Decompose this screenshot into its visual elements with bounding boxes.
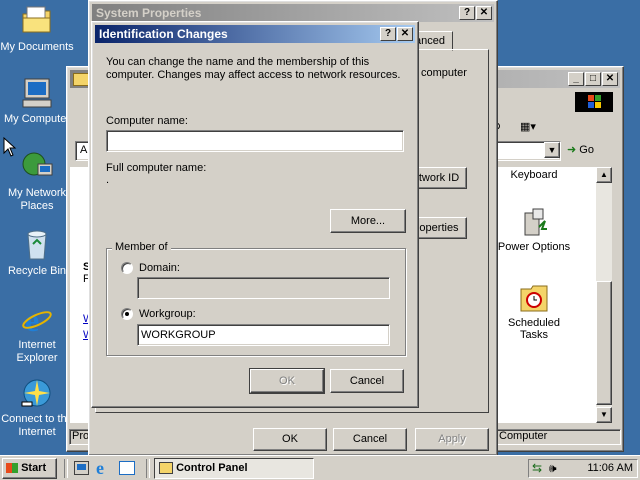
go-button[interactable]: ➜ Go: [567, 141, 611, 159]
taskbar-task-control-panel[interactable]: Control Panel: [154, 458, 314, 479]
system-tray: ⇆ 🕪 11:06 AM: [528, 459, 638, 478]
cancel-button[interactable]: Cancel: [333, 428, 407, 451]
status-bar-right: Computer: [495, 429, 621, 445]
desktop-icon-label: Connect to the Internet: [1, 413, 73, 438]
scroll-down-button[interactable]: ▼: [596, 407, 612, 423]
identification-changes-titlebar[interactable]: Identification Changes ? ✕: [95, 25, 415, 43]
connect-internet-icon: [20, 376, 54, 410]
scheduled-tasks-icon: [519, 283, 549, 315]
desktop-icon-recycle-bin[interactable]: Recycle Bin: [0, 228, 75, 278]
volume-icon[interactable]: 🕪: [549, 461, 557, 476]
desktop-icon-label: My Computer: [3, 113, 71, 125]
network-id-button[interactable]: twork ID: [411, 167, 467, 189]
dialog-title: Identification Changes: [99, 27, 228, 41]
item-label: Keyboard: [510, 169, 558, 181]
computer-text: computer: [421, 67, 467, 79]
desktop-icon-label: My Documents: [0, 41, 74, 53]
minimize-button[interactable]: _: [568, 72, 584, 86]
desktop-icon-my-documents[interactable]: My Documents: [0, 4, 75, 54]
internet-explorer-icon[interactable]: e: [96, 458, 104, 479]
go-arrow-icon: ➜: [567, 144, 577, 156]
control-panel-item-scheduled-tasks[interactable]: Scheduled Tasks: [494, 283, 574, 341]
scroll-thumb[interactable]: [596, 281, 612, 405]
desktop-icon-network-places[interactable]: My Network Places: [0, 150, 75, 213]
workgroup-radio[interactable]: [121, 308, 133, 320]
desktop-icon-internet-explorer[interactable]: e Internet Explorer: [0, 302, 75, 365]
close-button[interactable]: ✕: [602, 72, 618, 86]
taskbar-divider: [146, 459, 150, 478]
power-options-icon: [519, 207, 549, 239]
network-tray-icon[interactable]: ⇆: [532, 461, 542, 475]
windows-flag-icon: [6, 463, 18, 474]
quicklaunch-divider: [64, 459, 68, 478]
windows-logo-icon: [575, 92, 613, 112]
desktop-icon-label: Recycle Bin: [7, 265, 67, 277]
full-computer-name-value: .: [106, 174, 110, 186]
item-label: Power Options: [497, 241, 571, 253]
domain-label: Domain:: [139, 262, 180, 274]
ok-button[interactable]: OK: [249, 368, 325, 394]
system-properties-titlebar[interactable]: System Properties ? ✕: [92, 4, 494, 22]
close-button[interactable]: ✕: [397, 27, 413, 41]
show-desktop-icon[interactable]: [74, 461, 89, 475]
start-button[interactable]: Start: [2, 458, 57, 479]
views-button[interactable]: ▦▾: [520, 120, 550, 138]
more-button[interactable]: More...: [330, 209, 406, 233]
clock[interactable]: 11:06 AM: [587, 462, 633, 474]
ok-button[interactable]: OK: [253, 428, 327, 451]
cancel-button[interactable]: Cancel: [330, 369, 404, 393]
domain-radio[interactable]: [121, 262, 133, 274]
workgroup-label: Workgroup:: [139, 308, 196, 320]
help-button[interactable]: ?: [380, 27, 396, 41]
domain-input[interactable]: [137, 277, 390, 299]
description-text: You can change the name and the membersh…: [106, 56, 401, 81]
vertical-scrollbar[interactable]: ▲ ▼: [596, 167, 612, 423]
views-icon: ▦▾: [520, 121, 536, 133]
folder-documents-icon: [20, 4, 54, 38]
desktop-icon-label: Internet Explorer: [16, 339, 58, 364]
outlook-express-icon[interactable]: [119, 461, 135, 475]
close-button[interactable]: ✕: [476, 6, 492, 20]
control-panel-icon: [159, 462, 173, 475]
properties-button[interactable]: operties: [411, 217, 467, 239]
folder-icon: [73, 73, 89, 86]
internet-explorer-icon: e: [20, 302, 54, 338]
address-text: A: [80, 144, 88, 156]
full-computer-name-label: Full computer name:: [106, 162, 207, 174]
control-panel-item-keyboard[interactable]: Keyboard: [494, 169, 574, 181]
identification-changes-dialog[interactable]: Identification Changes ? ✕ You can chang…: [91, 21, 419, 408]
network-places-icon: [20, 150, 54, 184]
workgroup-input[interactable]: [137, 324, 390, 346]
address-dropdown-button[interactable]: ▼: [544, 142, 560, 158]
control-panel-item-power-options[interactable]: Power Options: [494, 207, 574, 253]
member-of-label: Member of: [112, 241, 171, 253]
item-label: Scheduled Tasks: [508, 317, 560, 341]
help-button[interactable]: ?: [459, 6, 475, 20]
desktop-icon-my-computer[interactable]: My Computer: [0, 76, 75, 126]
desktop-icon-label: My Network Places: [7, 187, 67, 212]
apply-button[interactable]: Apply: [415, 428, 489, 451]
computer-icon: [20, 76, 54, 110]
computer-name-label: Computer name:: [106, 115, 188, 127]
recycle-bin-icon: [20, 228, 54, 262]
computer-name-input[interactable]: [106, 130, 404, 152]
go-label: Go: [579, 144, 594, 156]
desktop-icon-connect-internet[interactable]: Connect to the Internet: [0, 376, 75, 439]
window-title: System Properties: [96, 6, 202, 20]
mouse-cursor-icon: [3, 137, 17, 157]
scroll-up-button[interactable]: ▲: [596, 167, 612, 183]
left-pane: [70, 167, 90, 423]
taskbar: Start e Control Panel ⇆ 🕪 11:06 AM: [0, 455, 640, 480]
maximize-button[interactable]: □: [585, 72, 601, 86]
